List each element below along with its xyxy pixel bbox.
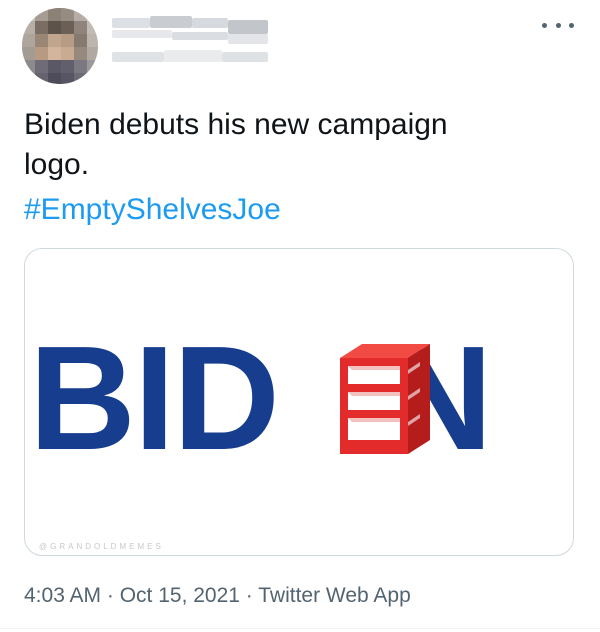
logo-letter: B	[29, 316, 136, 481]
divider	[0, 628, 600, 629]
dot	[542, 22, 547, 28]
user-name-handle[interactable]	[112, 12, 272, 72]
hashtag-link[interactable]: #EmptyShelvesJoe	[24, 190, 281, 230]
watermark: @GRANDOLDMEMES	[39, 542, 164, 551]
logo-letter: I	[133, 316, 175, 481]
media-image[interactable]: BID N @GRANDOLDMEMES	[24, 248, 574, 556]
tweet: Biden debuts his new campaign logo. #Emp…	[0, 0, 600, 632]
shelf-icon	[340, 344, 430, 454]
biden-logo: BID N @GRANDOLDMEMES	[29, 316, 559, 552]
dot	[569, 22, 574, 28]
avatar[interactable]	[22, 8, 98, 84]
logo-letter: D	[173, 316, 280, 481]
dot	[555, 22, 561, 28]
tweet-text: Biden debuts his new campaign logo.	[24, 105, 564, 185]
more-options-icon[interactable]	[542, 16, 574, 34]
tweet-text-line: Biden debuts his new campaign	[24, 108, 448, 141]
tweet-text-line: logo.	[24, 148, 90, 181]
tweet-timestamp[interactable]: 4:03 AM · Oct 15, 2021 · Twitter Web App	[24, 582, 411, 610]
